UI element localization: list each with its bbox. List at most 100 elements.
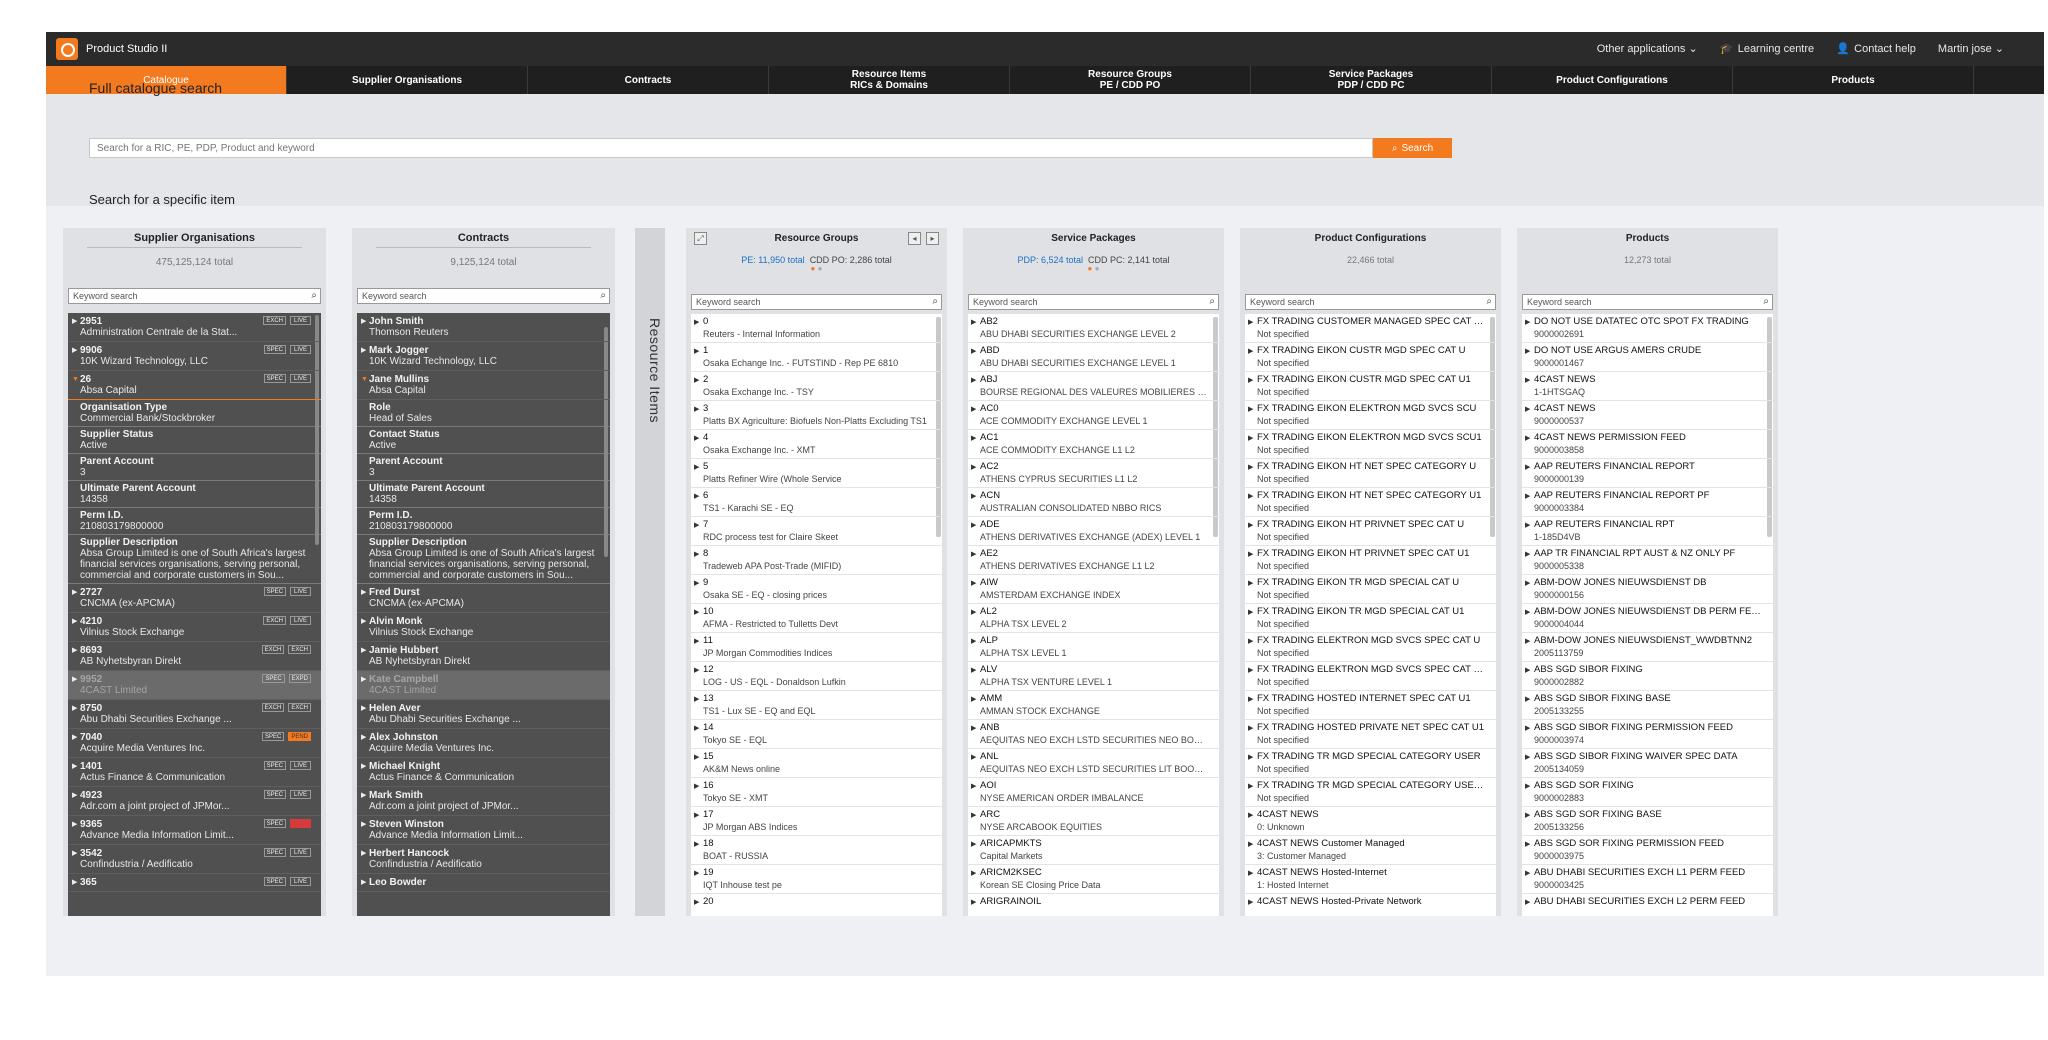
- list-item[interactable]: ▶ 7 RDC process test for Claire Skeet: [691, 517, 942, 546]
- expand-arrow-icon[interactable]: ▶: [971, 317, 976, 329]
- expand-arrow-icon[interactable]: ▶: [72, 732, 77, 743]
- expand-arrow-icon[interactable]: ▶: [72, 848, 77, 859]
- expand-arrow-icon[interactable]: ▶: [72, 790, 77, 801]
- list-item[interactable]: ▶ Fred Durst CNCMA (ex-APCMA): [357, 584, 610, 613]
- list-item[interactable]: ▶ FX TRADING EIKON CUSTR MGD SPEC CAT U1 N…: [1245, 372, 1496, 401]
- collapse-arrow-icon[interactable]: ▼: [72, 374, 79, 385]
- keyword-search-input[interactable]: Keyword search ⌕: [968, 294, 1219, 310]
- expand-arrow-icon[interactable]: ▶: [694, 462, 699, 474]
- expand-arrow-icon[interactable]: ▶: [1525, 607, 1530, 619]
- list-item[interactable]: ▶ FX TRADING EIKON TR MGD SPECIAL CAT U1 N…: [1245, 604, 1496, 633]
- list-item[interactable]: ▶ 1401 Actus Finance & Communication SPEC LI…: [68, 758, 321, 787]
- expand-arrow-icon[interactable]: ▶: [694, 636, 699, 648]
- expand-arrow-icon[interactable]: ▶: [694, 781, 699, 793]
- expand-arrow-icon[interactable]: ▶: [1248, 346, 1253, 358]
- expand-arrow-icon[interactable]: ▶: [1525, 752, 1530, 764]
- expand-arrow-icon[interactable]: ▶: [1248, 636, 1253, 648]
- list-item[interactable]: ▶ DO NOT USE ARGUS AMERS CRUDE 9000001467: [1522, 343, 1773, 372]
- list-item[interactable]: ▶ Michael Knight Actus Finance & Communica…: [357, 758, 610, 787]
- tab-supplier-organisations[interactable]: Supplier Organisations: [287, 66, 528, 94]
- expand-arrow-icon[interactable]: ▶: [1248, 839, 1253, 851]
- expand-arrow-icon[interactable]: ▶: [694, 346, 699, 358]
- expand-arrow-icon[interactable]: ▶: [694, 520, 699, 532]
- expand-arrow-icon[interactable]: ▶: [361, 848, 366, 859]
- keyword-search-input[interactable]: Keyword search ⌕: [357, 288, 610, 304]
- expand-arrow-icon[interactable]: ▶: [971, 694, 976, 706]
- list-item[interactable]: ▶ ACN AUSTRALIAN CONSOLIDATED NBBO RICS: [968, 488, 1219, 517]
- expand-arrow-icon[interactable]: ▶: [72, 645, 77, 656]
- list-item[interactable]: ▶ ABS SGD SIBOR FIXING 9000002882: [1522, 662, 1773, 691]
- list-item[interactable]: ▶ 7040 Acquire Media Ventures Inc. SPEC PEND: [68, 729, 321, 758]
- expand-arrow-icon[interactable]: ▶: [971, 375, 976, 387]
- list-item[interactable]: ▶ FX TRADING EIKON HT NET SPEC CATEGORY U…: [1245, 459, 1496, 488]
- list-item[interactable]: ▶ 17 JP Morgan ABS Indices: [691, 807, 942, 836]
- expand-arrow-icon[interactable]: ▶: [361, 877, 366, 888]
- expand-arrow-icon[interactable]: ▶: [694, 433, 699, 445]
- tab-resource-items[interactable]: Resource Items RICs & Domains: [769, 66, 1010, 94]
- list-item[interactable]: ▶ ADE ATHENS DERIVATIVES EXCHANGE (ADEX) L…: [968, 517, 1219, 546]
- expand-arrow-icon[interactable]: ▶: [694, 317, 699, 329]
- expand-arrow-icon[interactable]: ▶: [971, 491, 976, 503]
- list-item[interactable]: ▶ FX TRADING ELEKTRON MGD SVCS SPEC CAT U…: [1245, 662, 1496, 691]
- list-item[interactable]: ▶ 2 Osaka Exchange Inc. - TSY: [691, 372, 942, 401]
- list-item[interactable]: ▶ FX TRADING EIKON HT PRIVNET SPEC CAT U1…: [1245, 546, 1496, 575]
- pe-total[interactable]: PE: 11,950 total: [741, 255, 804, 265]
- list-item[interactable]: ▶ ABS SGD SIBOR FIXING PERMISSION FEED 900…: [1522, 720, 1773, 749]
- expand-arrow-icon[interactable]: ▶: [971, 636, 976, 648]
- list-item[interactable]: ▶ 18 BOAT - RUSSIA: [691, 836, 942, 865]
- list-item[interactable]: ▶ 10 AFMA - Restricted to Tulletts Devt: [691, 604, 942, 633]
- resource-items-tab[interactable]: Resource Items: [635, 228, 665, 916]
- expand-arrow-icon[interactable]: ▶: [1248, 520, 1253, 532]
- list-item[interactable]: ▶ FX TRADING EIKON ELEKTRON MGD SVCS SCU1…: [1245, 430, 1496, 459]
- list-item[interactable]: ▶ 11 JP Morgan Commodities Indices: [691, 633, 942, 662]
- list-item[interactable]: ▶ FX TRADING EIKON CUSTR MGD SPEC CAT U No…: [1245, 343, 1496, 372]
- list-item[interactable]: ▶ AAP TR FINANCIAL RPT AUST & NZ ONLY PF 9…: [1522, 546, 1773, 575]
- expand-arrow-icon[interactable]: ▶: [1248, 897, 1253, 909]
- list-item[interactable]: ▶ 4CAST NEWS Hosted-Internet 1: Hosted Int…: [1245, 865, 1496, 894]
- list-item[interactable]: ▶ 9906 10K Wizard Technology, LLC SPEC LIVE: [68, 342, 321, 371]
- list-item[interactable]: ▶ AAP REUTERS FINANCIAL RPT 1-185D4VB: [1522, 517, 1773, 546]
- list-item[interactable]: ▶ 15 AK&M News online: [691, 749, 942, 778]
- list-item[interactable]: ▶ Leo Bowder: [357, 874, 610, 892]
- list-item[interactable]: ▶ Herbert Hancock Confindustria / Aedifica…: [357, 845, 610, 874]
- list-item[interactable]: ▶ AC0 ACE COMMODITY EXCHANGE LEVEL 1: [968, 401, 1219, 430]
- expand-arrow-icon[interactable]: ▶: [1525, 868, 1530, 880]
- expand-arrow-icon[interactable]: ▶: [1525, 404, 1530, 416]
- expand-arrow-icon[interactable]: ▶: [971, 723, 976, 735]
- list-item[interactable]: ▶ 365 SPEC LIVE: [68, 874, 321, 892]
- expand-arrow-icon[interactable]: ▶: [971, 781, 976, 793]
- expand-arrow-icon[interactable]: ▶: [1525, 520, 1530, 532]
- list-item[interactable]: ▶ ARC NYSE ARCABOOK EQUITIES: [968, 807, 1219, 836]
- list-item[interactable]: ▶ 6 TS1 - Karachi SE - EQ: [691, 488, 942, 517]
- keyword-search-input[interactable]: Keyword search ⌕: [1522, 294, 1773, 310]
- keyword-search-input[interactable]: Keyword search ⌕: [691, 294, 942, 310]
- keyword-search-input[interactable]: Keyword search ⌕: [1245, 294, 1496, 310]
- list-item[interactable]: ▶ 2727 CNCMA (ex-APCMA) SPEC LIVE: [68, 584, 321, 613]
- expand-arrow-icon[interactable]: ▶: [72, 674, 77, 685]
- list-item[interactable]: ▶ DO NOT USE DATATEC OTC SPOT FX TRADING 9…: [1522, 314, 1773, 343]
- expand-arrow-icon[interactable]: ▶: [1248, 607, 1253, 619]
- expand-arrow-icon[interactable]: ▶: [1248, 404, 1253, 416]
- expand-arrow-icon[interactable]: ▶: [971, 607, 976, 619]
- expand-arrow-icon[interactable]: ▶: [1248, 491, 1253, 503]
- expand-arrow-icon[interactable]: ▶: [361, 703, 366, 714]
- list-item[interactable]: ▶ ALV ALPHA TSX VENTURE LEVEL 1: [968, 662, 1219, 691]
- expand-arrow-icon[interactable]: ▶: [1525, 433, 1530, 445]
- expand-arrow-icon[interactable]: ▶: [1248, 810, 1253, 822]
- expand-arrow-icon[interactable]: ▶: [694, 868, 699, 880]
- expand-arrow-icon[interactable]: ▶: [971, 520, 976, 532]
- list-item[interactable]: ▶ ABM-DOW JONES NIEUWSDIENST DB PERM FEED…: [1522, 604, 1773, 633]
- expand-arrow-icon[interactable]: ▶: [1525, 578, 1530, 590]
- user-menu[interactable]: Martin jose ⌄: [1938, 42, 2004, 55]
- expand-arrow-icon[interactable]: ▶: [971, 346, 976, 358]
- list-item[interactable]: ▶ 4CAST NEWS Hosted-Private Network: [1245, 894, 1496, 916]
- expand-arrow-icon[interactable]: ▶: [1248, 781, 1253, 793]
- list-item-expired[interactable]: ▶ Kate Campbell 4CAST Limited: [357, 671, 610, 700]
- list-item[interactable]: ▶ 4CAST NEWS 1-1HTSGAQ: [1522, 372, 1773, 401]
- list-item[interactable]: ▶ FX TRADING ELEKTRON MGD SVCS SPEC CAT U…: [1245, 633, 1496, 662]
- list-item[interactable]: ▶ ABM-DOW JONES NIEUWSDIENST DB 9000000156: [1522, 575, 1773, 604]
- expand-arrow-icon[interactable]: ▶: [361, 587, 366, 598]
- expand-arrow-icon[interactable]: ▶: [694, 549, 699, 561]
- list-item[interactable]: ▶ FX TRADING HOSTED INTERNET SPEC CAT U1 N…: [1245, 691, 1496, 720]
- expand-arrow-icon[interactable]: ▶: [694, 404, 699, 416]
